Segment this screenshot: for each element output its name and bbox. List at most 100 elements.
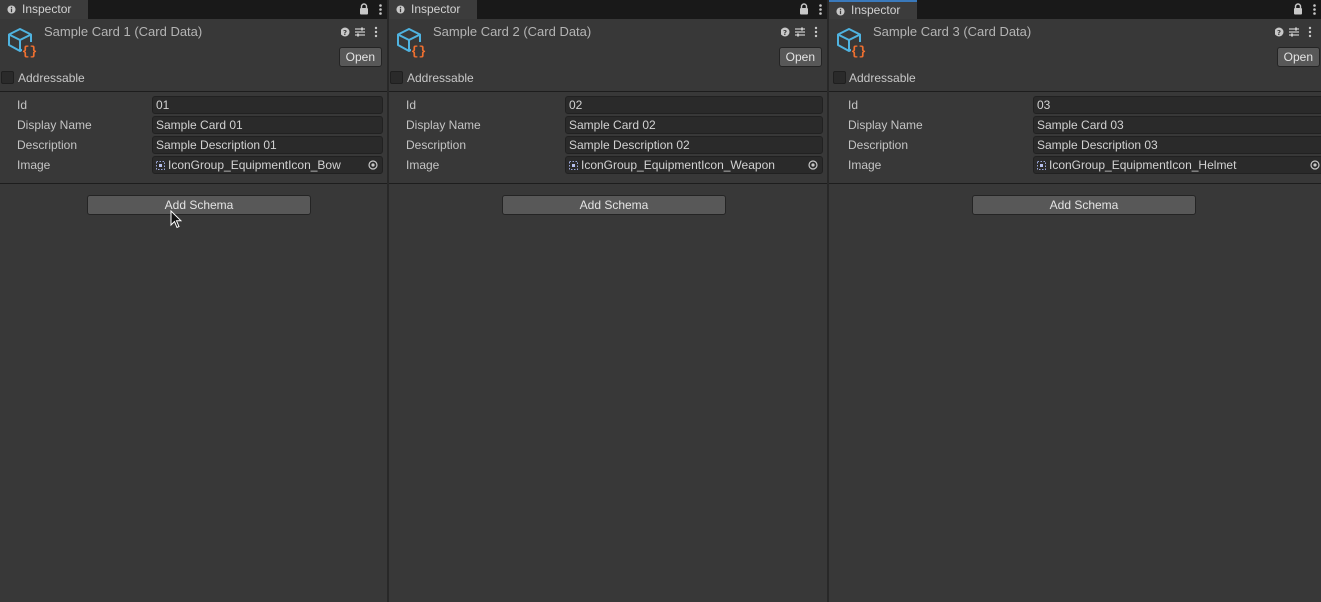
- svg-text:?: ?: [343, 29, 347, 37]
- tab-bar: Inspector: [389, 0, 827, 19]
- open-button[interactable]: Open: [778, 47, 822, 67]
- svg-text:?: ?: [783, 29, 787, 37]
- inspector-header: {} Sample Card 1 (Card Data) ? Open Addr…: [0, 19, 387, 85]
- image-value: IconGroup_EquipmentIcon_Weapon: [581, 158, 775, 172]
- tab-bar: Inspector: [0, 0, 387, 19]
- kebab-menu-icon[interactable]: [819, 4, 822, 15]
- inspector-panel-2: Inspector {} Sample Card 2 (Card Data) ?…: [389, 0, 827, 602]
- add-schema-button[interactable]: Add Schema: [972, 195, 1196, 215]
- add-schema-button[interactable]: Add Schema: [502, 195, 726, 215]
- tab-inspector[interactable]: Inspector: [389, 0, 477, 19]
- mouse-cursor-icon: [170, 210, 182, 229]
- asset-title: Sample Card 1 (Card Data): [44, 24, 203, 39]
- field-row-display-name: Display Name Sample Card 03: [829, 116, 1321, 134]
- tab-bar: Inspector: [829, 0, 1321, 19]
- divider: [389, 91, 827, 92]
- field-row-id: Id 01: [0, 96, 387, 114]
- display-name-label: Display Name: [848, 118, 923, 132]
- addressable-label: Addressable: [18, 71, 85, 85]
- divider: [0, 91, 387, 92]
- description-field[interactable]: Sample Description 01: [152, 136, 383, 154]
- display-name-field[interactable]: Sample Card 01: [152, 116, 383, 134]
- inspector-panel-1: Inspector {} Sample Card 1 (Card Data) ?…: [0, 0, 387, 602]
- add-schema-button[interactable]: Add Schema: [87, 195, 311, 215]
- kebab-menu-icon[interactable]: [1308, 26, 1312, 38]
- addressable-checkbox[interactable]: [833, 71, 846, 84]
- preset-icon[interactable]: [795, 27, 805, 37]
- lock-icon[interactable]: [359, 3, 369, 15]
- image-object-field[interactable]: IconGroup_EquipmentIcon_Weapon: [565, 156, 823, 174]
- inspector-panel-3: Inspector {} Sample Card 3 (Card Data) ?…: [829, 0, 1321, 602]
- id-label: Id: [848, 98, 859, 112]
- kebab-menu-icon[interactable]: [379, 4, 382, 15]
- svg-text:{}: {}: [22, 44, 38, 58]
- field-row-display-name: Display Name Sample Card 01: [0, 116, 387, 134]
- card-data-asset-icon: {}: [837, 28, 867, 58]
- image-label: Image: [17, 158, 51, 172]
- id-label: Id: [406, 98, 417, 112]
- addressable-label: Addressable: [849, 71, 916, 85]
- kebab-menu-icon[interactable]: [814, 26, 818, 38]
- info-icon: [836, 7, 845, 16]
- help-icon[interactable]: ?: [341, 27, 350, 38]
- svg-text:{}: {}: [851, 44, 867, 58]
- kebab-menu-icon[interactable]: [1313, 4, 1316, 15]
- svg-text:?: ?: [1277, 29, 1281, 37]
- divider: [0, 183, 387, 184]
- lock-icon[interactable]: [1293, 3, 1303, 15]
- display-name-field[interactable]: Sample Card 03: [1033, 116, 1321, 134]
- id-label: Id: [17, 98, 28, 112]
- header-icons: ?: [781, 26, 818, 38]
- info-icon: [396, 5, 405, 14]
- field-row-display-name: Display Name Sample Card 02: [389, 116, 827, 134]
- object-picker-icon[interactable]: [808, 160, 818, 170]
- asset-title: Sample Card 3 (Card Data): [873, 24, 1032, 39]
- svg-text:{}: {}: [411, 44, 427, 58]
- id-field[interactable]: 02: [565, 96, 823, 114]
- tab-inspector[interactable]: Inspector: [0, 0, 88, 19]
- card-data-asset-icon: {}: [397, 28, 427, 58]
- tab-label: Inspector: [411, 2, 461, 16]
- object-picker-icon[interactable]: [1310, 160, 1320, 170]
- kebab-menu-icon[interactable]: [374, 26, 378, 38]
- help-icon[interactable]: ?: [1275, 27, 1284, 38]
- tab-inspector[interactable]: Inspector: [829, 0, 917, 19]
- description-field[interactable]: Sample Description 03: [1033, 136, 1321, 154]
- tab-label: Inspector: [22, 2, 72, 16]
- info-icon: [7, 5, 16, 14]
- field-row-image: Image IconGroup_EquipmentIcon_Weapon: [389, 156, 827, 174]
- description-label: Description: [848, 138, 909, 152]
- addressable-checkbox[interactable]: [1, 71, 14, 84]
- divider: [389, 183, 827, 184]
- sprite-icon: [156, 161, 165, 170]
- image-label: Image: [848, 158, 882, 172]
- header-icons: ?: [1275, 26, 1312, 38]
- card-data-asset-icon: {}: [8, 28, 38, 58]
- description-label: Description: [17, 138, 78, 152]
- open-button[interactable]: Open: [338, 47, 382, 67]
- sprite-icon: [1037, 161, 1046, 170]
- image-object-field[interactable]: IconGroup_EquipmentIcon_Helmet: [1033, 156, 1321, 174]
- field-row-image: Image IconGroup_EquipmentIcon_Bow: [0, 156, 387, 174]
- open-button[interactable]: Open: [1276, 47, 1320, 67]
- asset-title: Sample Card 2 (Card Data): [433, 24, 592, 39]
- preset-icon[interactable]: [355, 27, 365, 37]
- addressable-checkbox[interactable]: [390, 71, 403, 84]
- sprite-icon: [569, 161, 578, 170]
- id-field[interactable]: 01: [152, 96, 383, 114]
- display-name-field[interactable]: Sample Card 02: [565, 116, 823, 134]
- help-icon[interactable]: ?: [781, 27, 790, 38]
- lock-icon[interactable]: [799, 3, 809, 15]
- description-field[interactable]: Sample Description 02: [565, 136, 823, 154]
- header-icons: ?: [341, 26, 378, 38]
- id-field[interactable]: 03: [1033, 96, 1321, 114]
- inspector-header: {} Sample Card 3 (Card Data) ? Open Addr…: [829, 19, 1321, 85]
- object-picker-icon[interactable]: [368, 160, 378, 170]
- addressable-label: Addressable: [407, 71, 474, 85]
- description-label: Description: [406, 138, 467, 152]
- tab-label: Inspector: [851, 3, 901, 17]
- image-object-field[interactable]: IconGroup_EquipmentIcon_Bow: [152, 156, 383, 174]
- preset-icon[interactable]: [1289, 27, 1299, 37]
- image-value: IconGroup_EquipmentIcon_Helmet: [1049, 158, 1237, 172]
- image-label: Image: [406, 158, 440, 172]
